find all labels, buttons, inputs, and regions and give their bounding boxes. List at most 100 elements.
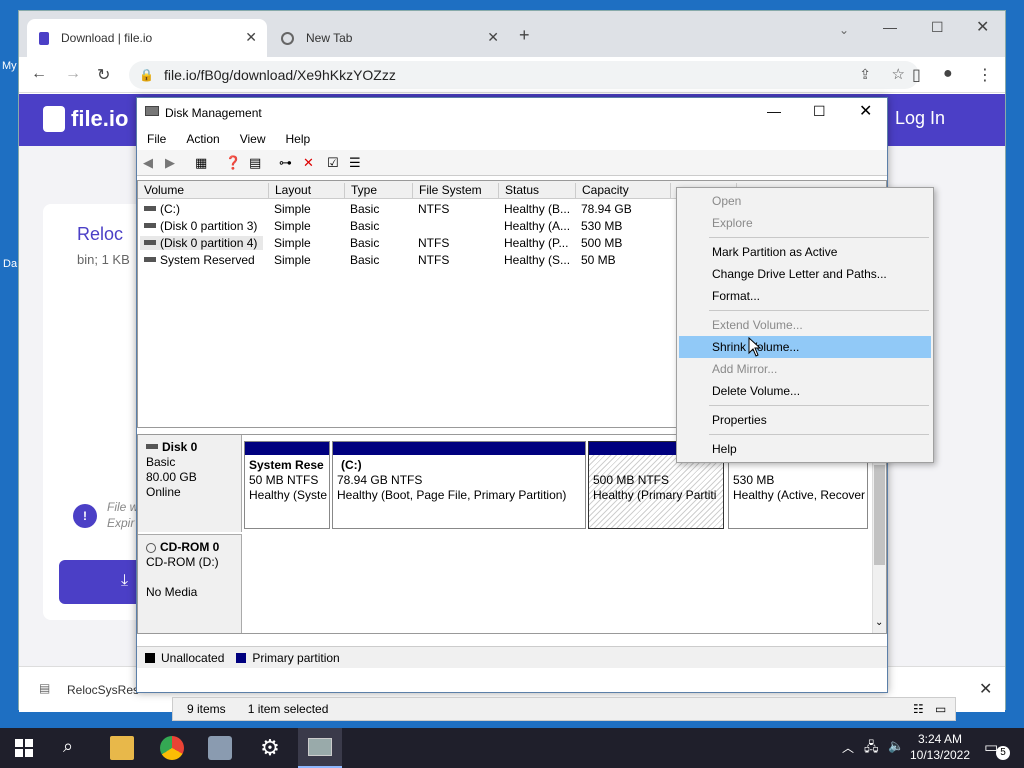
- menu-item-change-drive-letter[interactable]: Change Drive Letter and Paths...: [679, 263, 931, 285]
- clock-time[interactable]: 3:24 AM: [908, 732, 972, 746]
- desktop-icon-label[interactable]: Da: [3, 258, 17, 270]
- partition-c[interactable]: (C:) 78.94 GB NTFS Healthy (Boot, Page F…: [332, 441, 586, 529]
- connect-icon[interactable]: ⊶: [279, 155, 292, 171]
- dm-statusbar: 9 items 1 item selected ☷ ▭: [172, 697, 956, 721]
- share-icon[interactable]: ⇪: [859, 66, 871, 83]
- new-tab-icon[interactable]: +: [519, 25, 530, 46]
- profile-icon[interactable]: ●: [943, 65, 953, 83]
- layout-cell: Simple: [274, 236, 311, 250]
- settings-gear-icon[interactable]: ⚙: [258, 736, 282, 760]
- status-cell: Healthy (B...: [504, 202, 571, 216]
- file-icon: ▤: [39, 681, 51, 695]
- menu-item-explore[interactable]: Explore: [679, 212, 931, 234]
- partition-bar: [333, 442, 585, 455]
- back-icon[interactable]: ←: [31, 65, 47, 83]
- cdrom-name: CD-ROM 0: [146, 540, 233, 555]
- file-explorer-icon[interactable]: [110, 736, 134, 760]
- scroll-down-icon[interactable]: ⌄: [875, 617, 883, 628]
- menu-item-shrink-volume[interactable]: Shrink Volume...: [679, 336, 931, 358]
- scroll-thumb[interactable]: [874, 465, 885, 565]
- bookmark-star-icon[interactable]: ☆: [892, 65, 905, 83]
- properties-icon[interactable]: ▤: [249, 155, 261, 171]
- address-bar[interactable]: 🔒 file.io/fB0g/download/Xe9hKkzYOZzz ⇪ ☆: [129, 61, 919, 89]
- dm-titlebar: Disk Management — ☐ ✕: [137, 98, 887, 128]
- legend-unallocated: Unallocated: [161, 650, 225, 665]
- partition-size: 50 MB NTFS: [249, 473, 319, 487]
- close-icon[interactable]: ✕: [859, 101, 872, 121]
- minimize-icon[interactable]: —: [883, 19, 897, 35]
- fs-cell: NTFS: [418, 236, 450, 250]
- side-panel-icon[interactable]: ▯: [912, 65, 921, 85]
- partition-name: System Rese: [249, 458, 324, 472]
- back-icon[interactable]: ◀: [143, 155, 153, 171]
- partition-system-reserved[interactable]: System Rese 50 MB NTFS Healthy (Syste: [244, 441, 330, 529]
- column-header-volume[interactable]: Volume: [138, 183, 184, 199]
- cdrom-icon: [146, 542, 156, 553]
- tab-search-icon[interactable]: ⌄: [839, 23, 849, 37]
- list-icon[interactable]: ☰: [349, 155, 361, 171]
- forward-icon[interactable]: →: [65, 65, 81, 83]
- cdrom-0-label[interactable]: CD-ROM 0 CD-ROM (D:) No Media: [138, 534, 242, 633]
- column-header-status[interactable]: Status: [498, 183, 539, 199]
- forward-icon[interactable]: ▶: [165, 155, 175, 171]
- menu-icon[interactable]: ⋮: [977, 65, 993, 85]
- volume-cell: (Disk 0 partition 4): [140, 236, 264, 250]
- menu-view[interactable]: View: [240, 132, 266, 146]
- help-icon[interactable]: ❓: [225, 155, 241, 171]
- computer-management-icon[interactable]: [208, 736, 232, 760]
- reload-icon[interactable]: ↻: [97, 65, 110, 85]
- menu-item-delete-volume[interactable]: Delete Volume...: [679, 380, 931, 402]
- minimize-icon[interactable]: —: [767, 103, 781, 119]
- clock-date[interactable]: 10/13/2022: [906, 748, 974, 762]
- volume-cell: System Reserved: [140, 253, 255, 267]
- details-view-icon[interactable]: ☷: [913, 702, 924, 716]
- dm-toolbar: ◀ ▶ ▦ ❓ ▤ ⊶ ✕ ☑ ☰: [137, 150, 887, 176]
- disk-size: 80.00 GB: [146, 470, 197, 484]
- downloaded-file-name[interactable]: RelocSysRes: [67, 683, 139, 697]
- chrome-icon[interactable]: [160, 736, 184, 760]
- site-logo[interactable]: file.io: [43, 106, 128, 132]
- menu-item-properties[interactable]: Properties: [679, 409, 931, 431]
- column-header-file-system[interactable]: File System: [412, 183, 482, 199]
- column-header-layout[interactable]: Layout: [268, 183, 311, 199]
- drive-icon: [144, 223, 156, 229]
- column-header-capacity[interactable]: Capacity: [575, 183, 629, 199]
- disk-management-task[interactable]: [298, 728, 342, 768]
- close-window-icon[interactable]: ✕: [976, 17, 989, 37]
- type-cell: Basic: [350, 253, 380, 267]
- menu-item-format[interactable]: Format...: [679, 285, 931, 307]
- menu-item-mark-active[interactable]: Mark Partition as Active: [679, 241, 931, 263]
- menu-separator: [709, 434, 929, 435]
- menu-action[interactable]: Action: [186, 132, 219, 146]
- desktop-icon-label[interactable]: My: [2, 60, 17, 72]
- login-link[interactable]: Log In: [895, 108, 945, 129]
- menu-file[interactable]: File: [147, 132, 166, 146]
- tray-chevron-up-icon[interactable]: ︿: [842, 739, 854, 756]
- menu-item-help[interactable]: Help: [679, 438, 931, 460]
- volume-cell: (C:): [140, 202, 180, 216]
- start-windows-icon[interactable]: [15, 739, 33, 757]
- delete-icon[interactable]: ✕: [303, 155, 314, 171]
- menu-item-extend-volume[interactable]: Extend Volume...: [679, 314, 931, 336]
- search-icon[interactable]: ⌕: [63, 736, 73, 757]
- maximize-icon[interactable]: ☐: [931, 19, 944, 36]
- console-icon[interactable]: ▦: [195, 155, 207, 171]
- volume-icon[interactable]: 🔈: [888, 738, 904, 754]
- network-icon[interactable]: 🖧: [864, 738, 879, 760]
- cdrom-type: CD-ROM (D:): [146, 555, 219, 569]
- menu-item-open[interactable]: Open: [679, 190, 931, 212]
- column-header-type[interactable]: Type: [344, 183, 377, 199]
- graph-scrollbar[interactable]: ⌄: [872, 435, 886, 633]
- maximize-icon[interactable]: ☐: [813, 103, 826, 120]
- disk-0-label[interactable]: Disk 0 Basic 80.00 GB Online: [138, 435, 242, 532]
- check-icon[interactable]: ☑: [327, 155, 339, 171]
- tab-file-io[interactable]: Download | file.io ✕: [27, 19, 267, 57]
- close-tab-icon[interactable]: ✕: [245, 29, 257, 46]
- tab-new-tab[interactable]: New Tab ✕: [269, 19, 509, 57]
- menu-item-add-mirror[interactable]: Add Mirror...: [679, 358, 931, 380]
- close-tab-icon[interactable]: ✕: [487, 29, 499, 46]
- fs-cell: NTFS: [418, 202, 450, 216]
- close-download-bar-icon[interactable]: ✕: [979, 679, 992, 699]
- tiles-view-icon[interactable]: ▭: [935, 702, 946, 716]
- menu-help[interactable]: Help: [286, 132, 311, 146]
